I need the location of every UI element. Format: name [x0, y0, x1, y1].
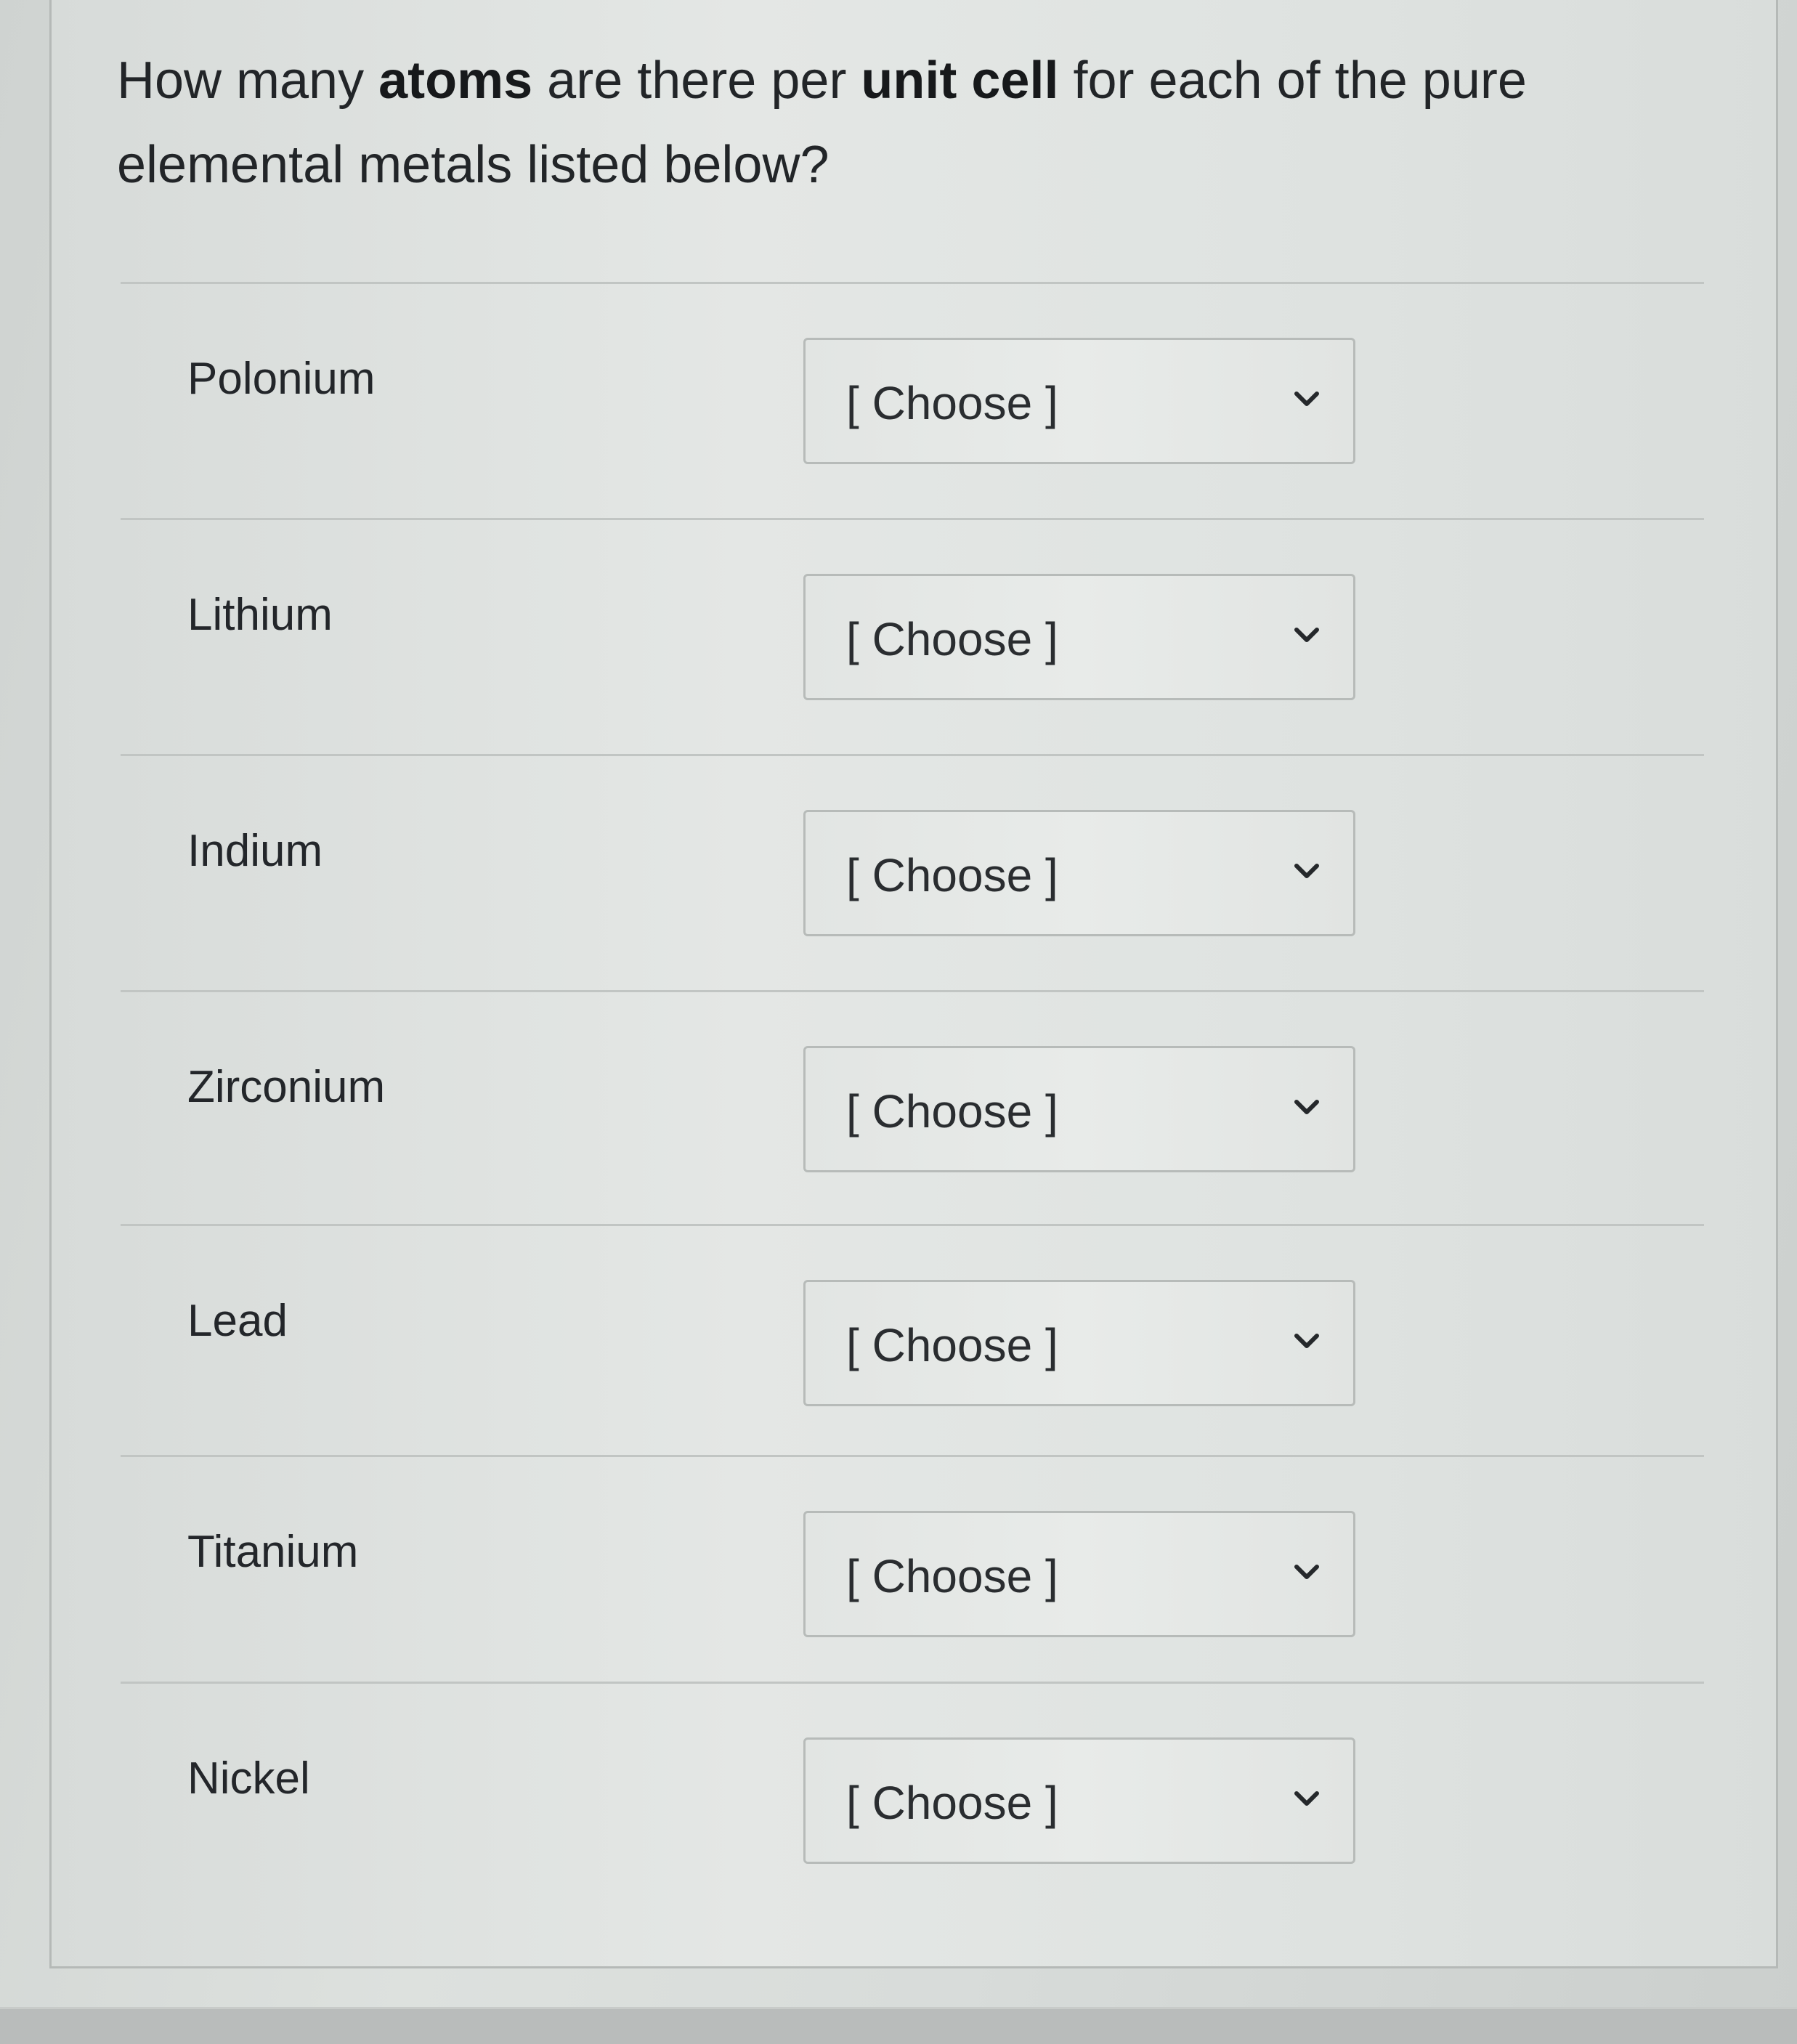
dropdown-value: [ Choose ] [846, 849, 1058, 901]
chevron-down-icon [1285, 850, 1329, 893]
question-emphasis-unit-cell: unit cell [861, 52, 1059, 110]
element-label: Nickel [187, 1753, 310, 1804]
chevron-down-icon [1285, 614, 1329, 657]
chevron-down-icon [1285, 1777, 1329, 1821]
answer-dropdown-lead[interactable]: [ Choose ] [803, 1280, 1355, 1406]
answer-dropdown-titanium[interactable]: [ Choose ] [803, 1511, 1355, 1637]
answer-row-lithium: Lithium [ Choose ] [121, 518, 1704, 754]
answer-row-indium: Indium [ Choose ] [121, 754, 1704, 990]
answer-row-nickel: Nickel [ Choose ] [121, 1682, 1704, 1918]
question-text-part: How many [117, 52, 379, 110]
question-text-part: are there per [532, 52, 861, 110]
dropdown-value: [ Choose ] [846, 613, 1058, 665]
answer-dropdown-indium[interactable]: [ Choose ] [803, 810, 1355, 936]
answer-row-titanium: Titanium [ Choose ] [121, 1455, 1704, 1691]
question-card: How many atoms are there per unit cell f… [49, 0, 1778, 1968]
question-text: How many atoms are there per unit cell f… [117, 38, 1679, 207]
chevron-down-icon [1285, 1551, 1329, 1594]
dropdown-value: [ Choose ] [846, 1777, 1058, 1829]
answer-dropdown-zirconium[interactable]: [ Choose ] [803, 1046, 1355, 1172]
element-label: Lead [187, 1296, 288, 1346]
chevron-down-icon [1285, 1320, 1329, 1363]
question-emphasis-atoms: atoms [378, 52, 533, 110]
answer-row-zirconium: Zirconium [ Choose ] [121, 990, 1704, 1226]
answer-dropdown-nickel[interactable]: [ Choose ] [803, 1737, 1355, 1864]
answer-dropdown-polonium[interactable]: [ Choose ] [803, 338, 1355, 464]
bottom-bar [0, 2007, 1797, 2044]
element-label: Zirconium [187, 1062, 386, 1112]
answer-row-polonium: Polonium [ Choose ] [121, 282, 1704, 518]
dropdown-value: [ Choose ] [846, 1085, 1058, 1137]
element-label: Titanium [187, 1527, 359, 1577]
dropdown-value: [ Choose ] [846, 1550, 1058, 1602]
chevron-down-icon [1285, 378, 1329, 421]
element-label: Lithium [187, 590, 333, 640]
element-label: Polonium [187, 354, 376, 404]
chevron-down-icon [1285, 1086, 1329, 1130]
element-label: Indium [187, 826, 323, 876]
dropdown-value: [ Choose ] [846, 1319, 1058, 1371]
answer-dropdown-lithium[interactable]: [ Choose ] [803, 574, 1355, 700]
answer-row-lead: Lead [ Choose ] [121, 1224, 1704, 1460]
dropdown-value: [ Choose ] [846, 377, 1058, 429]
